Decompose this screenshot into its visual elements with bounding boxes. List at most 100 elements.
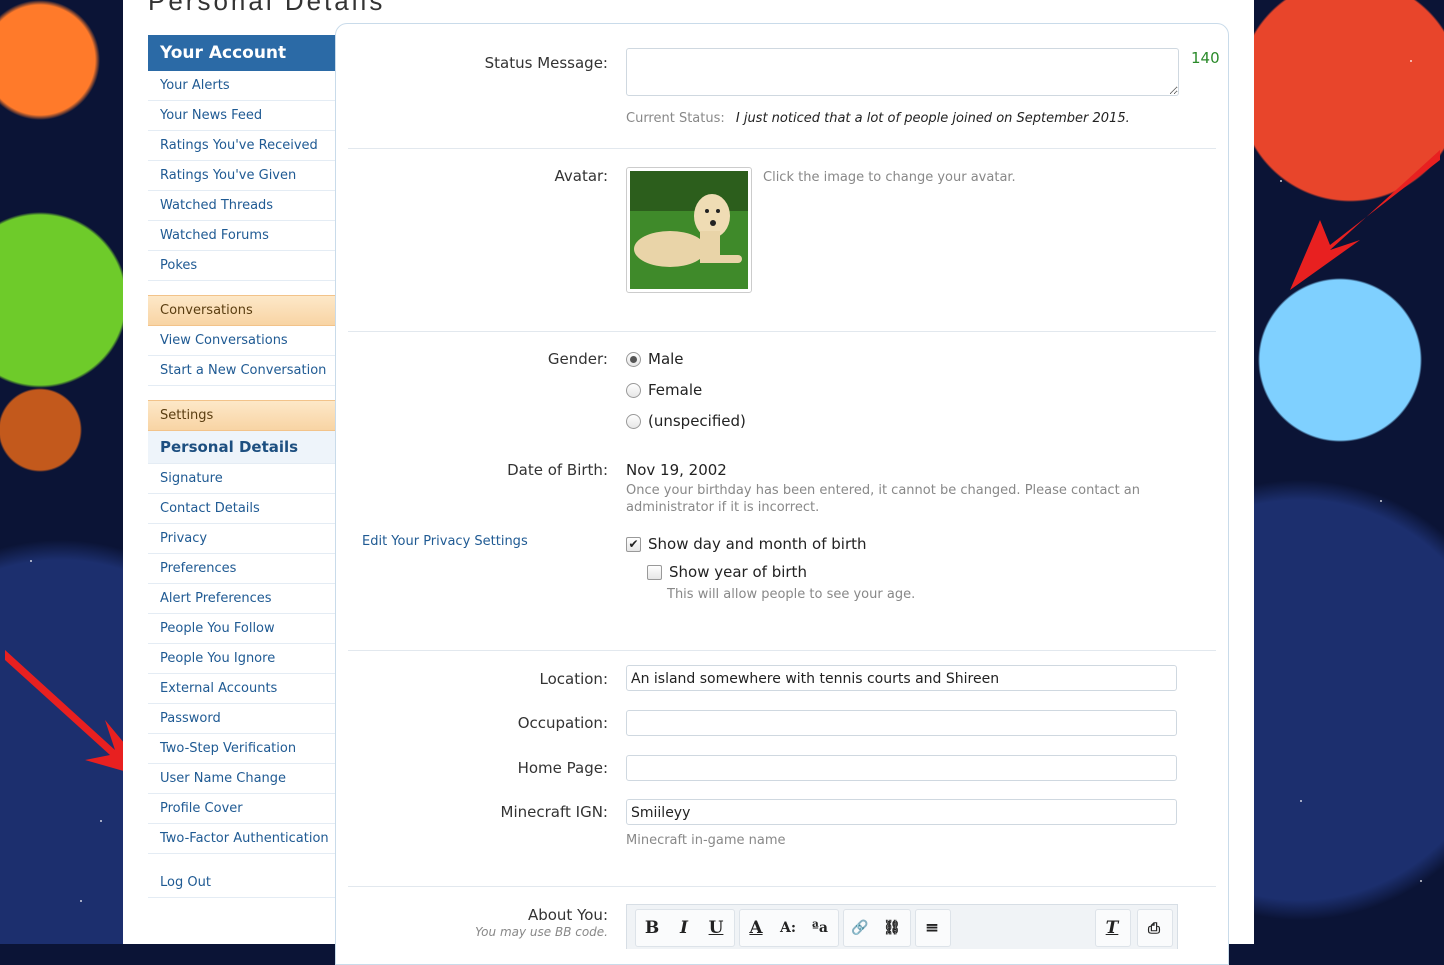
sidebar-item-ratings-received[interactable]: Ratings You've Received — [148, 131, 335, 161]
homepage-label: Home Page: — [517, 759, 608, 777]
sidebar-item-signature[interactable]: Signature — [148, 464, 335, 494]
star — [80, 900, 82, 902]
extra-group: ⎙ — [1137, 909, 1173, 947]
sidebar-item-two-factor-authentication[interactable]: Two-Factor Authentication — [148, 824, 335, 854]
text-style-group: B I U — [635, 909, 735, 947]
star — [1410, 60, 1412, 62]
privacy-settings-link[interactable]: Edit Your Privacy Settings — [362, 534, 528, 549]
radio-icon[interactable] — [626, 414, 641, 429]
sidebar-item-people-you-follow[interactable]: People You Follow — [148, 614, 335, 644]
avatar-image[interactable] — [626, 167, 752, 293]
star — [1380, 500, 1382, 502]
text-color-button[interactable]: A — [740, 918, 772, 938]
personal-details-form: Status Message: 140 Current Status: I ju… — [335, 23, 1229, 965]
align-group: ≡ — [915, 909, 951, 947]
sidebar-item-logout[interactable]: Log Out — [148, 868, 335, 898]
page-title: Personal Details — [148, 0, 386, 16]
sidebar-item-privacy[interactable]: Privacy — [148, 524, 335, 554]
sidebar-header[interactable]: Your Account — [148, 35, 335, 71]
gender-female-label: Female — [648, 381, 703, 399]
sidebar-section-settings[interactable]: Settings — [148, 400, 335, 431]
account-sidebar: Your Account Your Alerts Your News Feed … — [148, 35, 335, 898]
avatar-hint: Click the image to change your avatar. — [763, 170, 1016, 185]
underline-button[interactable]: U — [700, 918, 732, 938]
dob-note: Once your birthday has been entered, it … — [626, 483, 1141, 515]
gender-male-label: Male — [648, 350, 684, 368]
current-status: Current Status: I just noticed that a lo… — [626, 107, 1130, 126]
star — [30, 560, 32, 562]
status-message-input[interactable] — [626, 48, 1179, 96]
minecraft-ign-note: Minecraft in-game name — [626, 833, 786, 848]
sidebar-item-pokes[interactable]: Pokes — [148, 251, 335, 281]
radio-icon[interactable] — [626, 352, 641, 367]
occupation-label: Occupation: — [517, 714, 608, 732]
editor-toolbar: B I U A A: ªa 🔗 ⛓ ≡ T ⎙ — [626, 904, 1178, 949]
show-day-month-option[interactable]: ✔ Show day and month of birth — [626, 535, 867, 553]
checkbox-checked-icon[interactable]: ✔ — [626, 537, 641, 552]
bold-button[interactable]: B — [636, 918, 668, 938]
font-group: A A: ªa — [739, 909, 839, 947]
status-char-counter: 140 — [1191, 49, 1220, 67]
sidebar-item-people-you-ignore[interactable]: People You Ignore — [148, 644, 335, 674]
sidebar-item-alerts[interactable]: Your Alerts — [148, 71, 335, 101]
sidebar-item-ratings-given[interactable]: Ratings You've Given — [148, 161, 335, 191]
page-container: Personal Details Your Account Your Alert… — [123, 0, 1254, 965]
avatar-label: Avatar: — [554, 167, 608, 185]
sidebar-item-preferences[interactable]: Preferences — [148, 554, 335, 584]
gender-option-unspecified[interactable]: (unspecified) — [626, 412, 746, 430]
dog-avatar-icon — [630, 171, 748, 289]
current-status-value: I just noticed that a lot of people join… — [735, 111, 1130, 126]
show-year-label: Show year of birth — [669, 563, 807, 581]
divider — [348, 650, 1216, 651]
show-year-note: This will allow people to see your age. — [667, 587, 916, 602]
minecraft-ign-input[interactable]: Smiileyy — [626, 799, 1177, 825]
sidebar-section-conversations[interactable]: Conversations — [148, 295, 335, 326]
show-day-month-label: Show day and month of birth — [648, 535, 867, 553]
divider — [348, 886, 1216, 887]
sidebar-item-view-conversations[interactable]: View Conversations — [148, 326, 335, 356]
sidebar-item-alert-preferences[interactable]: Alert Preferences — [148, 584, 335, 614]
sidebar-item-password[interactable]: Password — [148, 704, 335, 734]
homepage-input[interactable] — [626, 755, 1177, 781]
link-button[interactable]: 🔗 — [844, 920, 876, 936]
remove-format-button[interactable]: T — [1096, 918, 1128, 938]
about-you-label: About You: — [527, 906, 608, 924]
sidebar-item-watched-forums[interactable]: Watched Forums — [148, 221, 335, 251]
minecraft-ign-label: Minecraft IGN: — [500, 803, 608, 821]
red-arrow-icon — [1290, 150, 1440, 290]
occupation-input[interactable] — [626, 710, 1177, 736]
gender-option-male[interactable]: Male — [626, 350, 684, 368]
gender-option-female[interactable]: Female — [626, 381, 702, 399]
sidebar-item-new-conversation[interactable]: Start a New Conversation — [148, 356, 335, 386]
dob-value: Nov 19, 2002 — [626, 461, 727, 479]
sidebar-item-personal-details[interactable]: Personal Details — [148, 431, 335, 464]
location-label: Location: — [539, 670, 609, 688]
font-size-button[interactable]: A: — [772, 920, 804, 936]
radio-icon[interactable] — [626, 383, 641, 398]
gender-label: Gender: — [547, 350, 608, 368]
sidebar-item-profile-cover[interactable]: Profile Cover — [148, 794, 335, 824]
sidebar-item-external-accounts[interactable]: External Accounts — [148, 674, 335, 704]
checkbox-icon[interactable] — [647, 565, 662, 580]
status-message-label: Status Message: — [484, 54, 608, 72]
sidebar-item-watched-threads[interactable]: Watched Threads — [148, 191, 335, 221]
divider — [348, 148, 1216, 149]
align-button[interactable]: ≡ — [916, 918, 948, 938]
link-group: 🔗 ⛓ — [843, 909, 911, 947]
sidebar-item-two-step-verification[interactable]: Two-Step Verification — [148, 734, 335, 764]
star — [1300, 800, 1302, 802]
location-input[interactable]: An island somewhere with tennis courts a… — [626, 665, 1177, 691]
star — [1420, 880, 1422, 882]
extra-options-button[interactable]: ⎙ — [1138, 919, 1170, 937]
font-family-button[interactable]: ªa — [804, 920, 836, 936]
unlink-button[interactable]: ⛓ — [876, 920, 908, 936]
sidebar-item-news-feed[interactable]: Your News Feed — [148, 101, 335, 131]
italic-button[interactable]: I — [668, 918, 700, 938]
dob-label: Date of Birth: — [507, 461, 608, 479]
star — [100, 820, 102, 822]
show-year-option[interactable]: Show year of birth — [647, 563, 807, 581]
sidebar-item-user-name-change[interactable]: User Name Change — [148, 764, 335, 794]
sidebar-item-contact-details[interactable]: Contact Details — [148, 494, 335, 524]
